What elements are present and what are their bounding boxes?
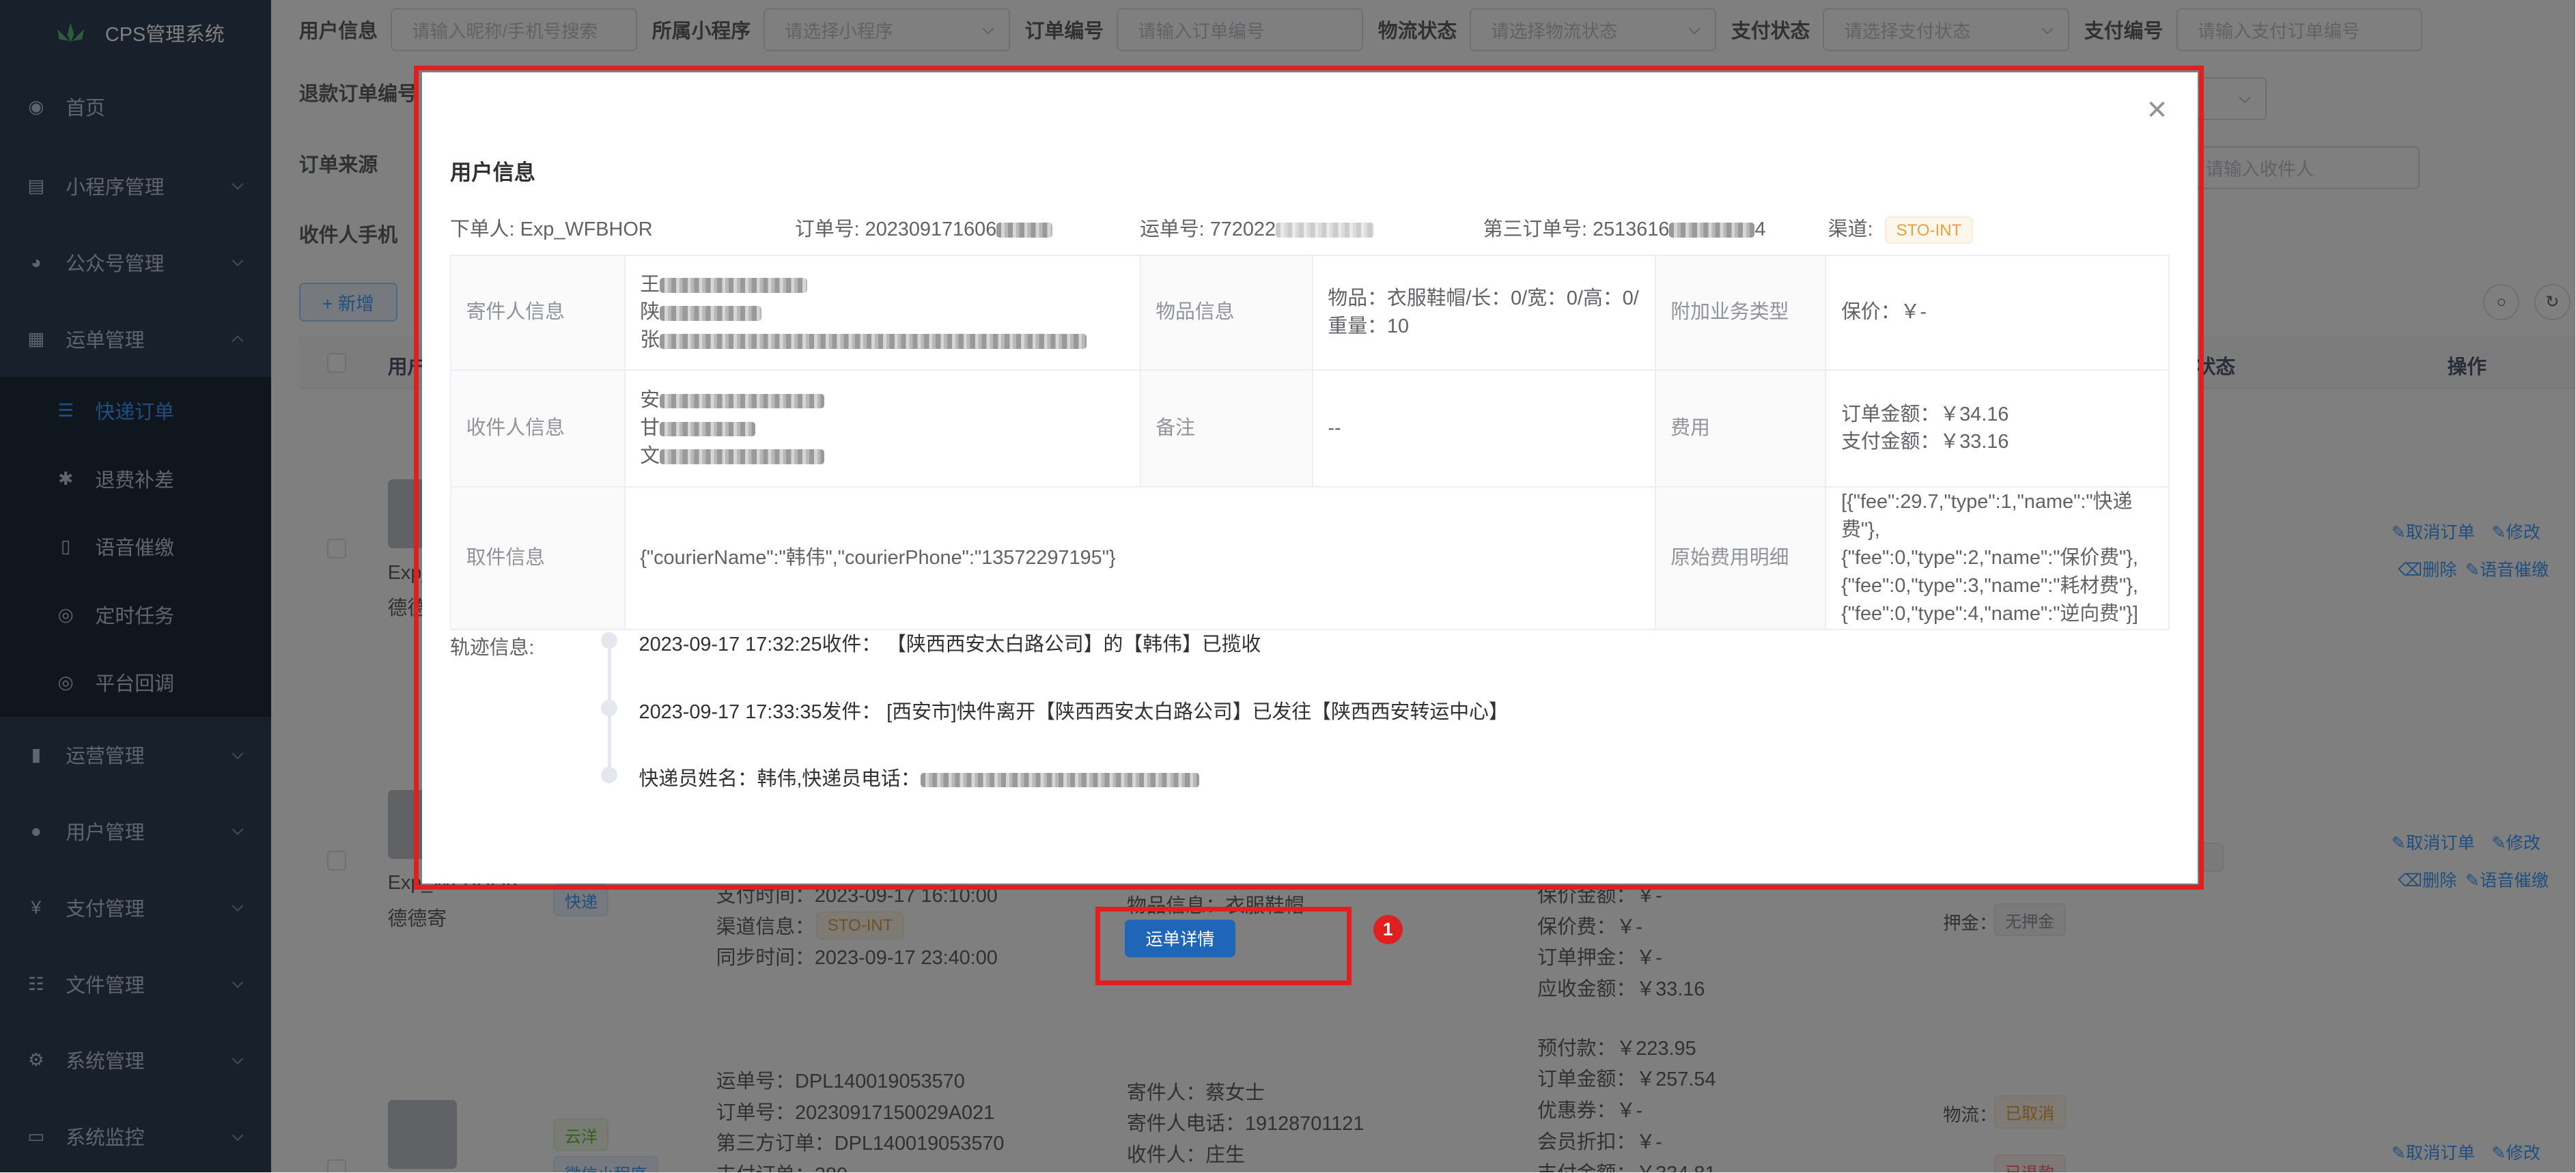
badge-number: 1 — [1382, 918, 1393, 939]
highlight-box-dialog — [414, 66, 2204, 890]
highlight-box-detail-button — [1095, 906, 1352, 985]
step-badge: 1 — [1373, 914, 1403, 944]
